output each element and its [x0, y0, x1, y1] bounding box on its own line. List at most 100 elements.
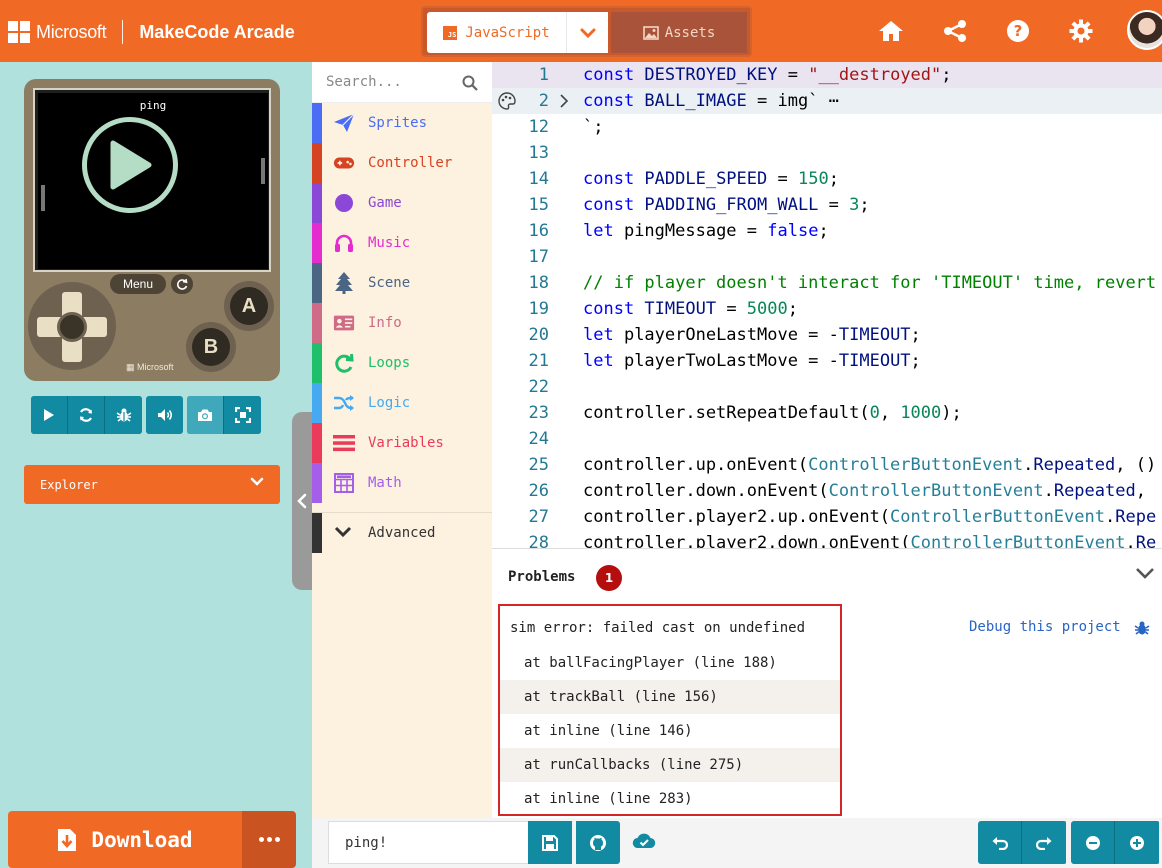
game-screen-frame: ping [33, 88, 271, 272]
language-dropdown-button[interactable] [566, 12, 608, 53]
category-math[interactable]: Math [312, 463, 492, 503]
help-icon[interactable]: ? [1005, 18, 1031, 44]
code-token: controller.setRepeatDefault( [583, 403, 870, 423]
category-logic[interactable]: Logic [312, 383, 492, 423]
user-avatar[interactable] [1127, 10, 1162, 50]
category-music[interactable]: Music [312, 223, 492, 263]
javascript-tab[interactable]: JS JavaScript [427, 12, 566, 53]
code-line[interactable]: 19 const TIMEOUT = 5000; [492, 296, 1162, 322]
line-number: 1 [538, 65, 549, 85]
code-line[interactable]: 27 controller.player2.up.onEvent(Controll… [492, 504, 1162, 530]
settings-icon[interactable] [1068, 18, 1094, 44]
code-token: controller.down.onEvent( [583, 481, 829, 501]
category-variables[interactable]: Variables [312, 423, 492, 463]
code-line[interactable]: 22 [492, 374, 1162, 400]
category-info[interactable]: Info [312, 303, 492, 343]
code-line[interactable]: 24 [492, 426, 1162, 452]
sound-button[interactable] [146, 396, 183, 434]
console-menu-button[interactable]: Menu [110, 274, 166, 294]
stack-trace-line[interactable]: at runCallbacks (line 275) [500, 748, 840, 782]
code-line[interactable]: 21 let playerTwoLastMove = -TIMEOUT; [492, 348, 1162, 374]
fold-chevron-icon[interactable] [559, 93, 569, 109]
code-token: = [777, 65, 809, 85]
category-scene[interactable]: Scene [312, 263, 492, 303]
code-text: const PADDLE_SPEED = 150; [583, 166, 839, 192]
a-button[interactable]: A [230, 287, 268, 325]
code-token: Re [1135, 533, 1157, 548]
code-token: ; [910, 325, 921, 345]
code-line[interactable]: 12 `; [492, 114, 1162, 140]
zoom-out-button[interactable] [1071, 821, 1115, 864]
line-number: 12 [528, 117, 549, 137]
code-line[interactable]: 28 controller.player2.down.onEvent(Contro… [492, 530, 1162, 548]
code-line[interactable]: 13 [492, 140, 1162, 166]
code-token: pingMessage = [623, 221, 768, 241]
code-line[interactable]: 17 [492, 244, 1162, 270]
share-icon[interactable] [942, 18, 968, 44]
code-line[interactable]: 1 const DESTROYED_KEY = "__destroyed"; [492, 62, 1162, 88]
redo-button[interactable] [1022, 821, 1066, 864]
debug-project-link[interactable]: Debug this project [969, 619, 1121, 635]
sim-control-group [31, 396, 142, 434]
chevron-left-icon [297, 493, 307, 509]
code-token: const [583, 91, 645, 111]
console-reset-button[interactable] [171, 274, 193, 294]
category-game[interactable]: Game [312, 183, 492, 223]
editor-switch: JS JavaScript Assets [421, 6, 752, 57]
home-icon[interactable] [878, 18, 904, 44]
bug-icon[interactable] [1134, 620, 1150, 636]
github-button[interactable] [576, 821, 620, 864]
project-name-input[interactable] [328, 821, 528, 864]
code-line[interactable]: 20 let playerOneLastMove = -TIMEOUT; [492, 322, 1162, 348]
play-button[interactable] [31, 396, 68, 434]
code-token: , [879, 403, 901, 423]
category-sprites[interactable]: Sprites [312, 103, 492, 143]
code-line[interactable]: 26 controller.down.onEvent(ControllerButt… [492, 478, 1162, 504]
game-screen[interactable]: ping [38, 93, 268, 269]
screenshot-button[interactable] [187, 396, 224, 434]
download-more-button[interactable] [242, 811, 296, 868]
code-editor[interactable]: 1 const DESTROYED_KEY = "__destroyed"; 2 co… [492, 62, 1162, 548]
code-token: ); [941, 403, 962, 423]
code-line[interactable]: 15 const PADDING_FROM_WALL = 3; [492, 192, 1162, 218]
stack-trace-line[interactable]: at ballFacingPlayer (line 188) [500, 646, 840, 680]
code-line[interactable]: 14 const PADDLE_SPEED = 150; [492, 166, 1162, 192]
code-token: = [716, 299, 747, 319]
code-line[interactable]: 23 controller.setRepeatDefault(0, 1000); [492, 400, 1162, 426]
category-color-bar [312, 183, 322, 223]
stack-trace-line[interactable]: at inline (line 146) [500, 714, 840, 748]
undo-icon [992, 836, 1008, 850]
chevron-down-icon[interactable] [1135, 567, 1155, 581]
b-button[interactable]: B [192, 328, 230, 366]
zoom-in-button[interactable] [1115, 821, 1159, 864]
category-loops[interactable]: Loops [312, 343, 492, 383]
code-token: PADDING_FROM_WALL [644, 195, 819, 215]
palette-icon[interactable] [498, 92, 516, 110]
undo-button[interactable] [978, 821, 1022, 864]
category-color-bar [312, 223, 322, 263]
collapse-simulator-handle[interactable] [292, 412, 312, 590]
code-line[interactable]: 25 controller.up.onEvent(ControllerButton… [492, 452, 1162, 478]
code-line[interactable]: 18 // if player doesn't interact for 'TIM… [492, 270, 1162, 296]
fullscreen-button[interactable] [224, 396, 261, 434]
explorer-toggle[interactable]: Explorer [24, 465, 280, 504]
debug-button[interactable] [105, 396, 142, 434]
category-controller[interactable]: Controller [312, 143, 492, 183]
stack-trace-line[interactable]: at trackBall (line 156) [500, 680, 840, 714]
code-line[interactable]: 2 const BALL_IMAGE = img` ⋯ [492, 88, 1162, 114]
play-overlay-button[interactable] [82, 117, 178, 213]
download-button[interactable]: Download [8, 811, 242, 868]
search-icon[interactable] [462, 75, 478, 91]
code-line[interactable]: 16 let pingMessage = false; [492, 218, 1162, 244]
app-name[interactable]: MakeCode Arcade [139, 22, 294, 43]
assets-tab[interactable]: Assets [611, 12, 747, 53]
toolbox-search-input[interactable] [326, 72, 456, 92]
save-button[interactable] [528, 821, 572, 864]
restart-button[interactable] [68, 396, 105, 434]
code-token: const [583, 195, 645, 215]
stack-trace-line[interactable]: at inline (line 283) [500, 782, 840, 816]
category-advanced[interactable]: Advanced [312, 512, 492, 553]
line-number: 25 [528, 455, 549, 475]
code-token: ; [787, 299, 798, 319]
microsoft-brand[interactable]: Microsoft MakeCode Arcade [8, 20, 295, 44]
